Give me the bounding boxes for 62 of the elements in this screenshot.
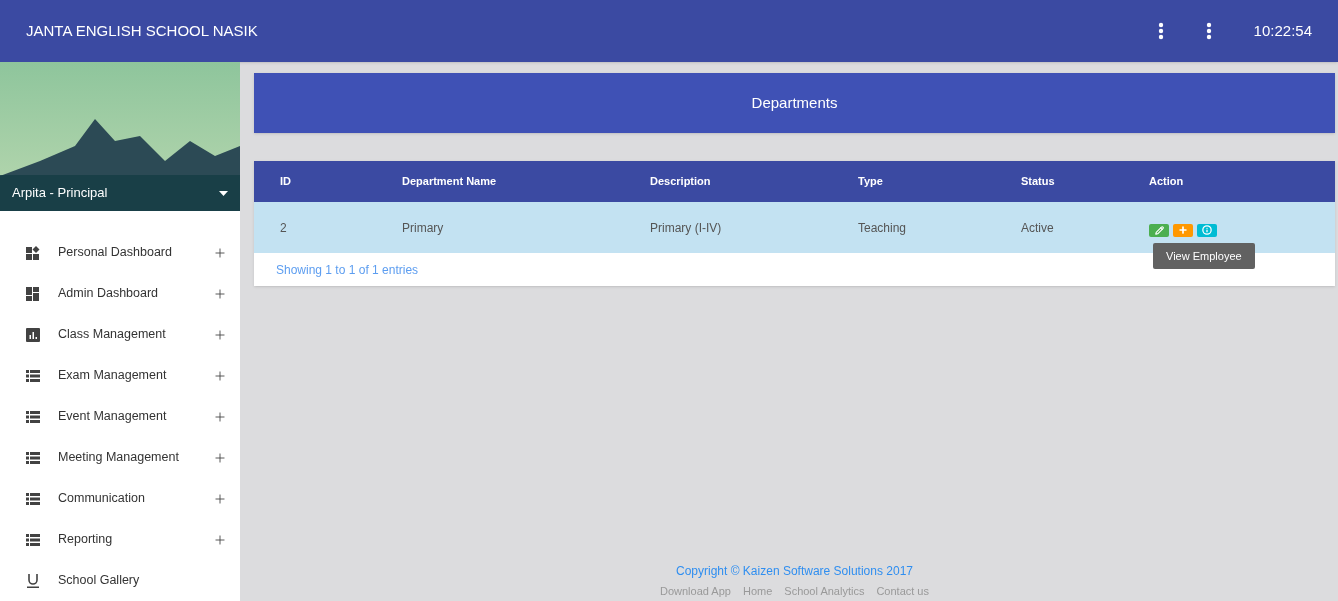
expand-icon[interactable] [213, 450, 227, 465]
sidebar-item[interactable]: Event Management [0, 396, 240, 437]
edit-button[interactable] [1149, 223, 1169, 237]
list-icon [26, 492, 40, 505]
info-button[interactable] [1197, 223, 1217, 237]
school-title: JANTA ENGLISH SCHOOL NASIK [26, 20, 259, 41]
sidebar-item[interactable]: Class Management [0, 314, 240, 355]
list-icon [26, 451, 40, 464]
sidebar-item[interactable]: Exam Management [0, 355, 240, 396]
sidebar-label: Exam Management [58, 367, 168, 385]
expand-icon[interactable] [213, 245, 227, 260]
table-cell-text: Primary [402, 219, 445, 237]
sidebar-item[interactable]: Admin Dashboard [0, 273, 240, 314]
clock-time: 10:22:54 [1253, 20, 1312, 41]
expand-icon[interactable] [213, 409, 227, 424]
expand-icon[interactable] [213, 368, 227, 383]
tooltip: View Employee [1153, 242, 1255, 269]
more-vertical-icon[interactable] [1157, 22, 1164, 40]
expand-icon[interactable] [213, 327, 227, 342]
widgets-icon [26, 245, 40, 260]
more-vertical-icon[interactable] [1205, 22, 1212, 40]
list-icon [26, 369, 40, 382]
sidebar-label: Admin Dashboard [58, 285, 160, 303]
expand-icon[interactable] [213, 491, 227, 506]
table-cell-text: Active [1021, 219, 1055, 237]
column-header: Type [858, 174, 884, 190]
sidebar-item[interactable]: Reporting [0, 519, 240, 560]
column-header: Status [1021, 174, 1056, 190]
column-header: Action [1149, 174, 1185, 190]
chart-icon [26, 327, 40, 342]
page-title: Departments [751, 92, 838, 113]
copyright-text: Copyright © Kaizen Software Solutions 2017 [676, 562, 913, 580]
dashboard-icon [26, 286, 40, 301]
list-icon [26, 533, 40, 546]
sidebar-label: Class Management [58, 326, 167, 344]
pencil-icon [1154, 225, 1164, 235]
dropdown-caret-icon [219, 190, 228, 196]
sidebar-label: Communication [58, 490, 146, 508]
sidebar-item[interactable]: School Gallery [0, 560, 240, 601]
profile-bar[interactable]: Arpita - Principal [0, 175, 240, 211]
expand-icon[interactable] [213, 286, 227, 301]
table-cell-text: Primary (I-IV) [650, 219, 723, 237]
sidebar-label: Meeting Management [58, 449, 180, 467]
list-icon [26, 410, 40, 423]
user-name: Arpita - Principal [12, 184, 109, 203]
plus-icon [1178, 225, 1188, 235]
sidebar-item[interactable]: Communication [0, 478, 240, 519]
sidebar-label: Reporting [58, 531, 114, 549]
sidebar-item[interactable]: Personal Dashboard [0, 232, 240, 273]
table-cell-text: Teaching [858, 219, 908, 237]
sidebar-label: Personal Dashboard [58, 244, 173, 262]
add-button[interactable] [1173, 223, 1193, 237]
sidebar-label: School Gallery [58, 572, 141, 590]
table-cell-text: 2 [280, 219, 288, 237]
column-header: Description [650, 174, 712, 190]
sidebar-item[interactable]: Meeting Management [0, 437, 240, 478]
expand-icon[interactable] [213, 532, 227, 547]
info-icon [1202, 225, 1212, 235]
sidebar-label: Event Management [58, 408, 168, 426]
column-header: ID [280, 174, 292, 190]
column-header: Department Name [402, 174, 498, 190]
underline-icon [27, 573, 39, 588]
